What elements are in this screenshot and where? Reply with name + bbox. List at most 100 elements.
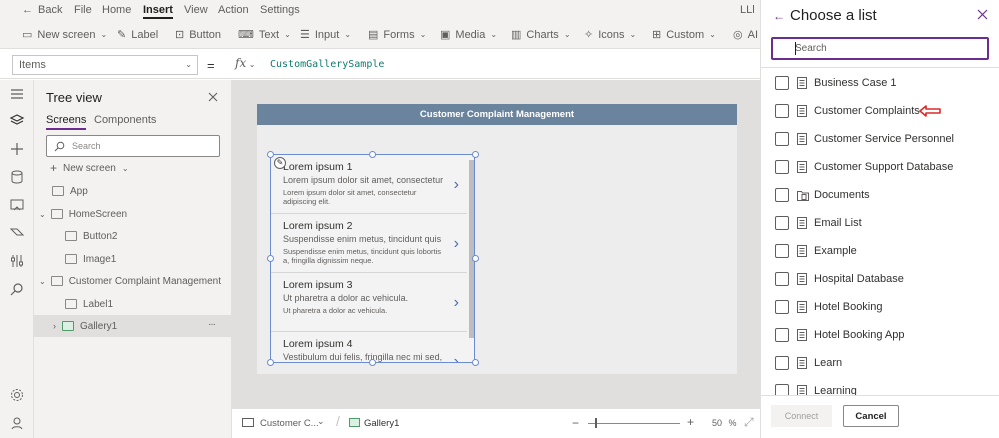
tree-node-app[interactable]: App (34, 180, 232, 202)
checkbox[interactable] (775, 300, 789, 314)
resize-handle[interactable] (472, 359, 479, 366)
checkbox[interactable] (775, 216, 789, 230)
chevron-right-icon[interactable]: › (454, 235, 459, 253)
list-item-customer-complaints[interactable]: Customer Complaints (761, 97, 999, 125)
tree-node-image1[interactable]: Image1 (34, 248, 232, 270)
list-item-hospital-database[interactable]: Hospital Database (761, 265, 999, 293)
menu-view[interactable]: View (184, 4, 208, 16)
menu-action[interactable]: Action (218, 4, 249, 16)
gallery-item[interactable]: Lorem ipsum 1 Lorem ipsum dolor sit amet… (271, 155, 467, 214)
list-item-customer-service-personnel[interactable]: Customer Service Personnel (761, 125, 999, 153)
resize-handle[interactable] (267, 359, 274, 366)
list-item-business-case-1[interactable]: Business Case 1 (761, 69, 999, 97)
more-options-icon[interactable]: ··· (208, 319, 216, 330)
gallery-item[interactable]: Lorem ipsum 4 Vestibulum dui felis, frin… (271, 332, 467, 362)
tree-node-button2[interactable]: Button2 (34, 225, 232, 247)
property-dropdown[interactable]: Items ⌄ (12, 55, 198, 75)
custom-button[interactable]: ⊞ Custom ⌄ (652, 28, 716, 42)
gallery-scrollbar[interactable] (469, 160, 474, 338)
settings-gear-icon[interactable] (9, 387, 25, 403)
text-button[interactable]: ⌨ Text ⌄ (238, 28, 291, 42)
chevron-right-icon[interactable]: › (454, 294, 459, 312)
label-button[interactable]: ✎ Label (117, 28, 158, 42)
hamburger-icon[interactable] (9, 86, 25, 102)
zoom-in-button[interactable]: + (687, 415, 694, 429)
resize-handle[interactable] (472, 151, 479, 158)
layers-icon[interactable] (9, 113, 25, 129)
input-button[interactable]: ☰ Input ⌄ (300, 28, 351, 42)
search-icon[interactable] (9, 281, 25, 297)
checkbox[interactable] (775, 328, 789, 342)
new-screen-button[interactable]: + New screen ⌄ (34, 157, 232, 179)
tab-components[interactable]: Components (94, 114, 156, 126)
back-button[interactable]: ← Back (22, 4, 62, 16)
edit-pencil-icon[interactable]: ✎ (274, 157, 286, 169)
plus-icon[interactable] (9, 141, 25, 157)
media-button[interactable]: ▣ Media ⌄ (440, 28, 497, 42)
tree-node-gallery1[interactable]: › Gallery1 ··· (34, 315, 232, 337)
resize-handle[interactable] (369, 359, 376, 366)
checkbox[interactable] (775, 244, 789, 258)
forms-button[interactable]: ▤ Forms ⌄ (368, 28, 426, 42)
ai-button[interactable]: ◎ AI (733, 28, 758, 42)
back-arrow-icon[interactable]: ← (773, 9, 785, 23)
zoom-slider[interactable] (588, 423, 680, 424)
icons-button[interactable]: ✧ Icons ⌄ (584, 28, 636, 42)
chevron-right-icon[interactable]: › (454, 353, 459, 362)
gallery-item[interactable]: Lorem ipsum 3 Ut pharetra a dolor ac veh… (271, 273, 467, 332)
menu-settings[interactable]: Settings (260, 4, 300, 16)
menu-file[interactable]: File (74, 4, 92, 16)
screen-header[interactable]: Customer Complaint Management (257, 104, 737, 125)
list-item-customer-support-database[interactable]: Customer Support Database (761, 153, 999, 181)
control-selector[interactable]: Gallery1 (364, 418, 399, 429)
database-icon[interactable] (9, 169, 25, 185)
media-icon[interactable] (9, 197, 25, 213)
fit-to-window-icon[interactable]: ⤢ (744, 415, 754, 430)
resize-handle[interactable] (472, 255, 479, 262)
tree-node-label1[interactable]: Label1 (34, 293, 232, 315)
zoom-out-button[interactable]: − (572, 416, 579, 430)
resize-handle[interactable] (369, 151, 376, 158)
button-button[interactable]: ⊡ Button (175, 28, 221, 42)
resize-handle[interactable] (267, 151, 274, 158)
new-screen-button[interactable]: ▭ New screen ⌄ (22, 28, 107, 42)
variables-icon[interactable] (9, 253, 25, 269)
tree-search-input[interactable]: Search (46, 135, 220, 157)
list-search-input[interactable]: Search (771, 37, 989, 60)
power-automate-icon[interactable] (9, 225, 25, 241)
checkbox[interactable] (775, 104, 789, 118)
checkbox[interactable] (775, 272, 789, 286)
charts-button[interactable]: ▥ Charts ⌄ (511, 28, 571, 42)
tree-node-complaint-screen[interactable]: ⌄ Customer Complaint Management (34, 270, 232, 292)
gallery-item[interactable]: Lorem ipsum 2 Suspendisse enim metus, ti… (271, 214, 467, 273)
menu-insert[interactable]: Insert (143, 4, 173, 19)
screen-selector[interactable]: Customer C... (260, 418, 319, 429)
list-item-hotel-booking[interactable]: Hotel Booking (761, 293, 999, 321)
chevron-down-icon[interactable]: ⌄ (317, 416, 325, 427)
tree-node-homescreen[interactable]: ⌄ HomeScreen (34, 203, 232, 225)
checkbox[interactable] (775, 132, 789, 146)
cancel-button[interactable]: Cancel (843, 405, 899, 427)
zoom-slider-thumb[interactable] (595, 418, 597, 428)
checkbox[interactable] (775, 356, 789, 370)
connect-button[interactable]: Connect (771, 405, 832, 427)
resize-handle[interactable] (267, 255, 274, 262)
close-icon[interactable] (208, 92, 218, 102)
menu-home[interactable]: Home (102, 4, 131, 16)
user-initials[interactable]: LLl (740, 4, 755, 16)
gallery-control[interactable]: Lorem ipsum 1 Lorem ipsum dolor sit amet… (270, 154, 475, 363)
list-item-example[interactable]: Example (761, 237, 999, 265)
list-item-email-list[interactable]: Email List (761, 209, 999, 237)
tab-screens[interactable]: Screens (46, 114, 87, 130)
close-icon[interactable] (977, 9, 988, 20)
list-item-documents[interactable]: Documents (761, 181, 999, 209)
checkbox[interactable] (775, 160, 789, 174)
checkbox[interactable] (775, 188, 789, 202)
checkbox[interactable] (775, 76, 789, 90)
virtual-agent-icon[interactable] (9, 415, 25, 431)
fx-button[interactable]: fx ⌄ (235, 56, 255, 70)
list-item-learn[interactable]: Learn (761, 349, 999, 377)
formula-input[interactable]: CustomGallerySample (270, 59, 384, 70)
list-item-hotel-booking-app[interactable]: Hotel Booking App (761, 321, 999, 349)
chevron-right-icon[interactable]: › (454, 176, 459, 194)
